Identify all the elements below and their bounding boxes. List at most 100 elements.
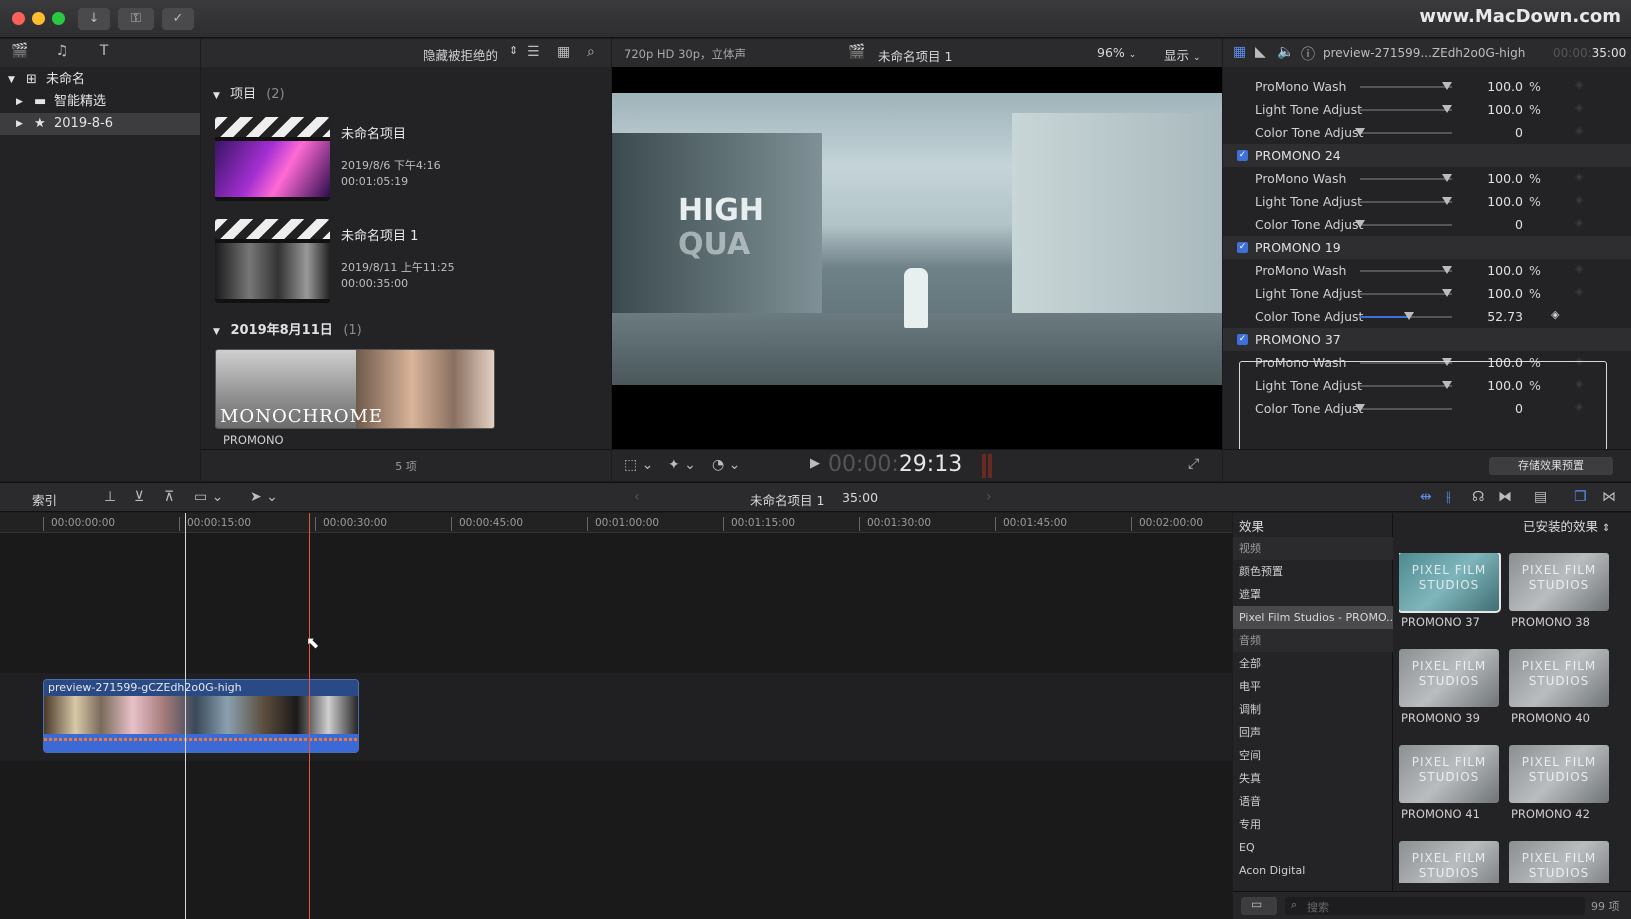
transitions-browser-icon[interactable]: ⋈: [1602, 489, 1616, 505]
effect-enable-checkbox[interactable]: ✓: [1237, 334, 1248, 345]
history-back-icon[interactable]: ‹: [634, 489, 640, 505]
video-inspector-icon[interactable]: ▦: [1233, 44, 1246, 60]
parameter-slider[interactable]: [1360, 132, 1452, 134]
parameter-value[interactable]: 100.0: [1473, 194, 1523, 209]
playhead[interactable]: [185, 513, 186, 919]
retime-speed-icon[interactable]: ◔ ⌄: [712, 457, 740, 473]
keyframe-icon[interactable]: ◈: [1551, 308, 1559, 321]
parameter-slider[interactable]: [1360, 385, 1452, 387]
effect-item[interactable]: PIXEL FILM STUDIOS PROMONO 41: [1399, 745, 1499, 835]
filter-dropdown[interactable]: 隐藏被拒绝的: [423, 45, 498, 64]
audio-inspector-icon[interactable]: 🔈: [1277, 44, 1294, 60]
slider-knob[interactable]: [1403, 312, 1414, 320]
effect-item[interactable]: PIXEL FILM STUDIOS PROMONO 40: [1509, 649, 1609, 739]
transform-tool-icon[interactable]: ⬚ ⌄: [624, 457, 653, 473]
slider-knob[interactable]: [1355, 128, 1365, 136]
effects-category-item[interactable]: Acon Digital: [1233, 859, 1393, 882]
keyword-button[interactable]: ⚿: [118, 8, 154, 30]
color-inspector-icon[interactable]: ◣: [1255, 44, 1266, 60]
select-tool-icon[interactable]: ➤ ⌄: [250, 489, 278, 505]
skimming-icon[interactable]: ⇹: [1420, 489, 1432, 505]
slider-knob[interactable]: [1442, 266, 1453, 274]
slider-knob[interactable]: [1442, 381, 1453, 389]
effects-category-item[interactable]: 全部: [1233, 652, 1393, 675]
slider-knob[interactable]: [1442, 174, 1453, 182]
parameter-value[interactable]: 100.0: [1473, 263, 1523, 278]
effect-enable-checkbox[interactable]: ✓: [1237, 150, 1248, 161]
titles-generators-icon[interactable]: T: [94, 43, 114, 59]
library-root[interactable]: ▼ ⊞ 未命名: [0, 69, 200, 91]
list-view-icon[interactable]: ☰: [527, 44, 540, 60]
effects-category-item[interactable]: Pixel Film Studios - PROMO...: [1233, 606, 1393, 629]
parameter-value[interactable]: 100.0: [1473, 79, 1523, 94]
effects-category-item[interactable]: 回声: [1233, 721, 1393, 744]
effects-browser-icon[interactable]: ❐: [1574, 489, 1587, 505]
keyframe-icon[interactable]: ◈: [1575, 101, 1583, 114]
parameter-slider[interactable]: [1360, 270, 1452, 272]
effect-group-header[interactable]: ✓ PROMONO 19: [1223, 236, 1631, 259]
play-button[interactable]: ▶: [810, 456, 820, 471]
minimize-window-button[interactable]: [32, 12, 45, 25]
effect-enable-checkbox[interactable]: ✓: [1237, 242, 1248, 253]
sidebar-item-event[interactable]: ▶ ★ 2019-8-6: [0, 113, 200, 135]
index-button[interactable]: 索引: [32, 490, 57, 509]
save-effects-preset-button[interactable]: 存储效果预置: [1489, 457, 1613, 475]
timeline-clip[interactable]: preview-271599-gCZEdh2o0G-high: [43, 679, 359, 753]
parameter-slider[interactable]: [1360, 109, 1452, 111]
zoom-window-button[interactable]: [52, 12, 65, 25]
effects-category-item[interactable]: 电平: [1233, 675, 1393, 698]
parameter-value[interactable]: 100.0: [1473, 171, 1523, 186]
history-forward-icon[interactable]: ›: [986, 489, 992, 505]
effect-item[interactable]: PIXEL FILM STUDIOS: [1399, 841, 1499, 883]
fullscreen-icon[interactable]: ⤢: [1188, 456, 1199, 472]
effect-item[interactable]: PIXEL FILM STUDIOS PROMONO 42: [1509, 745, 1609, 835]
effect-item[interactable]: PIXEL FILM STUDIOS PROMONO 39: [1399, 649, 1499, 739]
append-clip-icon[interactable]: ⊼: [164, 489, 174, 505]
parameter-slider[interactable]: [1360, 86, 1452, 88]
keyframe-icon[interactable]: ◈: [1575, 193, 1583, 206]
effect-item[interactable]: PIXEL FILM STUDIOS PROMONO 37: [1399, 553, 1501, 643]
background-tasks-button[interactable]: ✓: [162, 8, 194, 30]
effects-category-item[interactable]: 语音: [1233, 790, 1393, 813]
installed-effects-dropdown[interactable]: 已安装的效果 ⇕: [1523, 516, 1610, 535]
effects-category-item[interactable]: EQ: [1233, 836, 1393, 859]
parameter-value[interactable]: 0: [1473, 217, 1523, 232]
parameter-value[interactable]: 100.0: [1473, 355, 1523, 370]
sidebar-item-smart-collections[interactable]: ▶ ▬ 智能精选: [0, 91, 200, 113]
keyframe-icon[interactable]: ◈: [1575, 124, 1583, 137]
slider-knob[interactable]: [1442, 197, 1453, 205]
sidebar-toggle-button[interactable]: ▭: [1241, 897, 1277, 915]
keyframe-icon[interactable]: ◈: [1575, 354, 1583, 367]
keyframe-icon[interactable]: ◈: [1575, 216, 1583, 229]
keyframe-icon[interactable]: ◈: [1575, 170, 1583, 183]
insert-clip-icon[interactable]: ⊻: [134, 489, 144, 505]
clip-appearance-icon[interactable]: ▤: [1534, 489, 1547, 505]
parameter-slider[interactable]: [1360, 408, 1452, 410]
keyframe-icon[interactable]: ◈: [1575, 78, 1583, 91]
slider-knob[interactable]: [1442, 105, 1453, 113]
projects-section-header[interactable]: ▼ 项目 (2): [213, 83, 285, 102]
effect-item[interactable]: PIXEL FILM STUDIOS PROMONO 38: [1509, 553, 1609, 643]
project-item[interactable]: 未命名项目 1 2019/8/11 上午11:25 00:00:35:00: [215, 219, 595, 311]
effect-item[interactable]: PIXEL FILM STUDIOS: [1509, 841, 1609, 883]
slider-knob[interactable]: [1355, 404, 1365, 412]
effect-group-header[interactable]: ✓ PROMONO 37: [1223, 328, 1631, 351]
effects-category-item[interactable]: 空间: [1233, 744, 1393, 767]
parameter-value[interactable]: 100.0: [1473, 286, 1523, 301]
parameter-value[interactable]: 52.73: [1473, 309, 1523, 324]
keyframe-icon[interactable]: ◈: [1575, 377, 1583, 390]
connect-clip-icon[interactable]: ⊥: [104, 489, 116, 505]
libraries-icon[interactable]: 🎬: [10, 43, 30, 59]
enhance-wand-icon[interactable]: ✦ ⌄: [668, 457, 696, 473]
playhead-timecode[interactable]: 00:00:29:13: [828, 452, 962, 477]
parameter-slider[interactable]: [1360, 293, 1452, 295]
project-item[interactable]: 未命名项目 2019/8/6 下午4:16 00:01:05:19: [215, 117, 595, 209]
search-icon[interactable]: ⌕: [587, 44, 595, 60]
parameter-value[interactable]: 0: [1473, 401, 1523, 416]
keyframe-icon[interactable]: ◈: [1575, 285, 1583, 298]
effects-category-header[interactable]: 音频: [1233, 629, 1393, 652]
effects-category-item[interactable]: 遮罩: [1233, 583, 1393, 606]
effects-category-item[interactable]: 颜色预置: [1233, 560, 1393, 583]
parameter-value[interactable]: 0: [1473, 125, 1523, 140]
display-dropdown[interactable]: 显示 ⌄: [1164, 45, 1201, 64]
